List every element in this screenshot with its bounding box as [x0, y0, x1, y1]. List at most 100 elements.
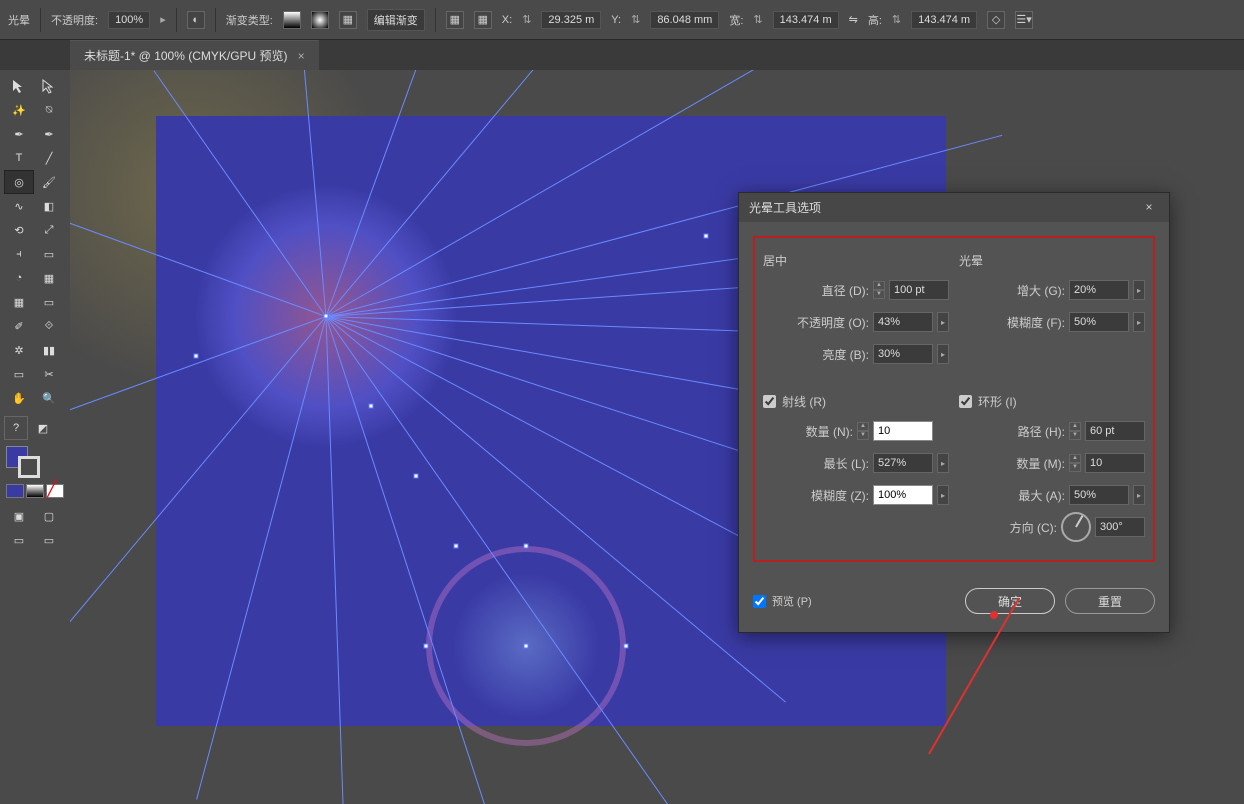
free-transform-tool[interactable]: ▭ — [34, 242, 64, 266]
screen-mode-1[interactable]: ▣ — [4, 504, 34, 528]
more-icon[interactable]: ☰▾ — [1015, 11, 1033, 29]
h-value[interactable]: 143.474 m — [911, 11, 977, 29]
shape-icon[interactable]: ◇ — [987, 11, 1005, 29]
reset-button[interactable]: 重置 — [1065, 588, 1155, 614]
direct-selection-tool[interactable] — [34, 74, 64, 98]
preview-checkbox[interactable] — [753, 595, 766, 608]
rays-longest-field[interactable] — [873, 453, 933, 473]
perspective-tool[interactable]: ▦ — [34, 266, 64, 290]
slice-tool[interactable]: ✂ — [34, 362, 64, 386]
gradient-mode-swatch[interactable] — [26, 484, 44, 498]
growth-field[interactable] — [1069, 280, 1129, 300]
color-mode-swatch[interactable] — [6, 484, 24, 498]
gradient-type-label: 渐变类型: — [226, 12, 273, 28]
direction-dial[interactable] — [1061, 512, 1091, 542]
line-tool[interactable]: ╱ — [34, 146, 64, 170]
screen-mode-4[interactable]: ▭ — [34, 528, 64, 552]
eraser-tool[interactable]: ◧ — [34, 194, 64, 218]
brightness-dropdown[interactable]: ▸ — [937, 344, 949, 364]
anchor-point[interactable] — [424, 644, 429, 649]
zoom-tool[interactable]: 🔍 — [34, 386, 64, 410]
style-icon[interactable]: ◐ — [187, 11, 205, 29]
mesh-tool[interactable]: ▦ — [4, 290, 34, 314]
shape-builder-tool[interactable]: ◔ — [4, 266, 34, 290]
artboard-tool[interactable]: ▭ — [4, 362, 34, 386]
gradient-tool[interactable]: ▭ — [34, 290, 64, 314]
type-tool[interactable]: T — [4, 146, 34, 170]
anchor-point[interactable] — [624, 644, 629, 649]
opacity-value[interactable]: 100% — [108, 11, 150, 29]
magic-wand-tool[interactable]: ✨ — [4, 98, 34, 122]
rays-longest-dropdown[interactable]: ▸ — [937, 453, 949, 473]
opacity-label: 不透明度: — [51, 12, 98, 28]
width-tool[interactable]: ⫞ — [4, 242, 34, 266]
rays-checkbox[interactable] — [763, 395, 776, 408]
center-opacity-dropdown[interactable]: ▸ — [937, 312, 949, 332]
gradient-radial-icon[interactable] — [311, 11, 329, 29]
curvature-tool[interactable]: ✒ — [34, 122, 64, 146]
rings-path-stepper[interactable]: ▲▼ — [1069, 422, 1081, 440]
gradient-freeform-icon[interactable]: ▦ — [339, 11, 357, 29]
diameter-field[interactable] — [889, 280, 949, 300]
tool-options-bar: 光晕 不透明度: 100% ▸ ◐ 渐变类型: ▦ 编辑渐变 ▦ ▦ X: ⇅ … — [0, 0, 1244, 40]
paintbrush-tool[interactable]: 🖌 — [34, 170, 64, 194]
halo-fuzziness-field[interactable] — [1069, 312, 1129, 332]
rays-fuzziness-field[interactable] — [873, 485, 933, 505]
anchor-point[interactable] — [524, 644, 529, 649]
anchor-point[interactable] — [704, 234, 709, 239]
pen-tool[interactable]: ✒ — [4, 122, 34, 146]
rings-count-stepper[interactable]: ▲▼ — [1069, 454, 1081, 472]
blend-tool[interactable]: ⟐ — [34, 314, 64, 338]
align-icon-2[interactable]: ▦ — [474, 11, 492, 29]
hand-tool[interactable]: ✋ — [4, 386, 34, 410]
growth-label: 增大 (G): — [1017, 282, 1065, 299]
center-opacity-field[interactable] — [873, 312, 933, 332]
x-value[interactable]: 29.325 m — [541, 11, 601, 29]
anchor-point[interactable] — [414, 474, 419, 479]
anchor-point[interactable] — [524, 544, 529, 549]
rings-count-field[interactable] — [1085, 453, 1145, 473]
toggle-fill-stroke[interactable]: ◩ — [28, 416, 58, 440]
rings-direction-field[interactable] — [1095, 517, 1145, 537]
rays-fuzziness-dropdown[interactable]: ▸ — [937, 485, 949, 505]
anchor-point[interactable] — [369, 404, 374, 409]
scale-tool[interactable]: ⤢ — [34, 218, 64, 242]
rays-count-field[interactable] — [873, 421, 933, 441]
halo-fuzziness-dropdown[interactable]: ▸ — [1133, 312, 1145, 332]
document-tab[interactable]: 未标题-1* @ 100% (CMYK/GPU 预览) × — [70, 40, 319, 70]
none-mode-swatch[interactable]: ╱ — [46, 484, 64, 498]
gradient-linear-icon[interactable] — [283, 11, 301, 29]
rings-largest-field[interactable] — [1069, 485, 1129, 505]
eyedropper-tool[interactable]: ✐ — [4, 314, 34, 338]
flare-tool[interactable]: ◎ — [4, 170, 34, 194]
rotate-tool[interactable]: ⟲ — [4, 218, 34, 242]
anchor-point[interactable] — [324, 314, 329, 319]
rings-path-field[interactable] — [1085, 421, 1145, 441]
growth-dropdown[interactable]: ▸ — [1133, 280, 1145, 300]
screen-mode-2[interactable]: ▢ — [34, 504, 64, 528]
screen-mode-3[interactable]: ▭ — [4, 528, 34, 552]
rays-count-stepper[interactable]: ▲▼ — [857, 422, 869, 440]
close-icon[interactable]: × — [1139, 200, 1159, 216]
column-graph-tool[interactable]: ▮▮ — [34, 338, 64, 362]
link-icon[interactable]: ⇋ — [849, 13, 858, 26]
w-value[interactable]: 143.474 m — [773, 11, 839, 29]
dialog-titlebar[interactable]: 光晕工具选项 × — [739, 193, 1169, 222]
brightness-field[interactable] — [873, 344, 933, 364]
help-button[interactable]: ? — [4, 416, 28, 440]
close-icon[interactable]: × — [298, 49, 305, 63]
rings-largest-dropdown[interactable]: ▸ — [1133, 485, 1145, 505]
preview-checkbox-label[interactable]: 预览 (P) — [753, 593, 812, 609]
anchor-point[interactable] — [454, 544, 459, 549]
rings-checkbox[interactable] — [959, 395, 972, 408]
stroke-swatch[interactable] — [18, 456, 40, 478]
align-icon-1[interactable]: ▦ — [446, 11, 464, 29]
lasso-tool[interactable]: ⍉ — [34, 98, 64, 122]
shaper-tool[interactable]: ∿ — [4, 194, 34, 218]
selection-tool[interactable] — [4, 74, 34, 98]
edit-gradient-button[interactable]: 编辑渐变 — [367, 9, 425, 31]
anchor-point[interactable] — [194, 354, 199, 359]
y-value[interactable]: 86.048 mm — [650, 11, 719, 29]
diameter-stepper[interactable]: ▲▼ — [873, 281, 885, 299]
symbol-sprayer-tool[interactable]: ✲ — [4, 338, 34, 362]
